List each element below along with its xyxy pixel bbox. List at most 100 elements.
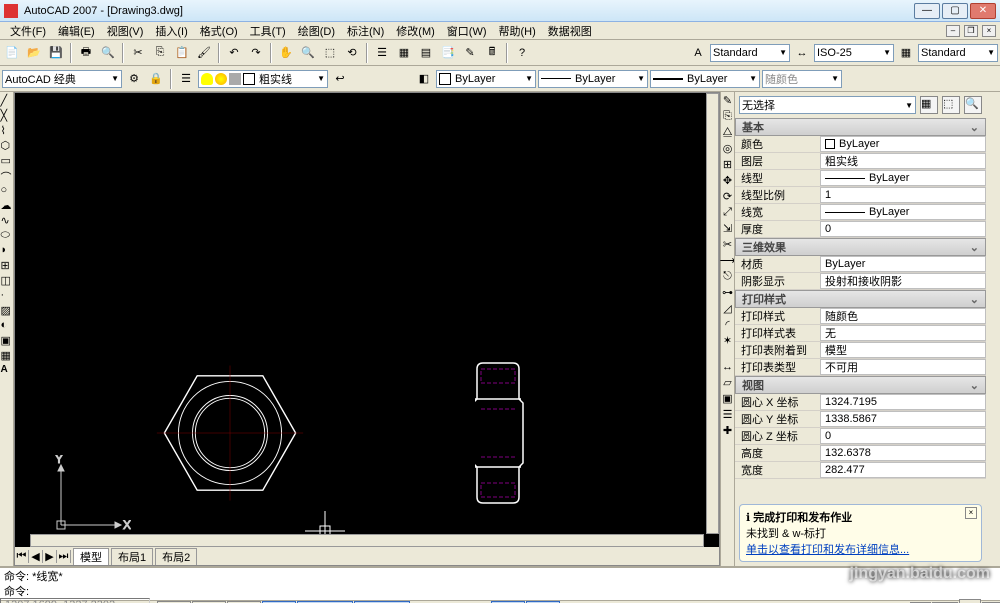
- layer-prev-button[interactable]: ↩: [330, 69, 350, 89]
- tablestyle-icon[interactable]: ▦: [896, 43, 916, 63]
- linetype-combo[interactable]: ByLayer▼: [538, 70, 648, 88]
- quickselect-button[interactable]: ▦: [920, 96, 938, 114]
- zoom-button[interactable]: 🔍: [298, 43, 318, 63]
- copy-tool[interactable]: ⎘: [723, 110, 732, 123]
- tab-first-button[interactable]: ⏮: [15, 550, 29, 563]
- ellipsearc-tool[interactable]: ◗: [1, 244, 13, 256]
- tablestyle-combo[interactable]: Standard▼: [918, 44, 998, 62]
- pickadd-button[interactable]: ⬚: [942, 96, 960, 114]
- menu-help[interactable]: 帮助(H): [493, 23, 542, 39]
- layer-manager-button[interactable]: ☰: [176, 69, 196, 89]
- line-tool[interactable]: ╱: [1, 94, 13, 106]
- prop-plotstyle-value[interactable]: 随颜色: [820, 308, 986, 324]
- mirror-tool[interactable]: ⧋: [723, 126, 733, 139]
- dimstyle-combo[interactable]: ISO-25▼: [814, 44, 894, 62]
- layer-combo[interactable]: 粗实线 ▼: [198, 70, 328, 88]
- notification-close-button[interactable]: ×: [965, 507, 977, 519]
- menu-format[interactable]: 格式(O): [194, 23, 244, 39]
- plotstyle-combo[interactable]: 随颜色▼: [762, 70, 842, 88]
- block-tool[interactable]: ◫: [1, 274, 13, 286]
- cut-button[interactable]: ✂: [128, 43, 148, 63]
- vertical-scrollbar[interactable]: [706, 93, 719, 534]
- list-tool[interactable]: ☰: [723, 408, 733, 421]
- paste-button[interactable]: 📋: [172, 43, 192, 63]
- prop-height-value[interactable]: 132.6378: [820, 445, 986, 461]
- workspace-settings-button[interactable]: ⚙: [124, 69, 144, 89]
- lineweight-combo[interactable]: ByLayer▼: [650, 70, 760, 88]
- menu-edit[interactable]: 编辑(E): [52, 23, 101, 39]
- markup-button[interactable]: ✎: [460, 43, 480, 63]
- tab-last-button[interactable]: ⏭: [57, 550, 71, 563]
- scale-tool[interactable]: ⤢: [723, 206, 732, 219]
- tab-next-button[interactable]: ▶: [43, 550, 57, 563]
- tab-layout1[interactable]: 布局1: [111, 548, 153, 565]
- plot-button[interactable]: 🖶: [76, 43, 96, 63]
- notification-link[interactable]: 单击以查看打印和发布详细信息...: [746, 544, 909, 556]
- matchprop-button[interactable]: 🖌: [194, 43, 214, 63]
- tab-prev-button[interactable]: ◀: [29, 550, 43, 563]
- textstyle-combo[interactable]: Standard▼: [710, 44, 790, 62]
- circle-tool[interactable]: ○: [1, 184, 13, 196]
- close-button[interactable]: ✕: [970, 3, 996, 19]
- rectangle-tool[interactable]: ▭: [1, 154, 13, 166]
- menu-draw[interactable]: 绘图(D): [292, 23, 341, 39]
- insert-tool[interactable]: ⊞: [1, 259, 13, 271]
- save-button[interactable]: 💾: [46, 43, 66, 63]
- break-tool[interactable]: ⎋: [723, 270, 732, 283]
- workspace-combo[interactable]: AutoCAD 经典▼: [2, 70, 122, 88]
- prop-lineweight-value[interactable]: ByLayer: [820, 204, 986, 220]
- undo-button[interactable]: ↶: [224, 43, 244, 63]
- open-button[interactable]: 📂: [24, 43, 44, 63]
- menu-window[interactable]: 窗口(W): [441, 23, 493, 39]
- sheetset-button[interactable]: 📑: [438, 43, 458, 63]
- point-tool[interactable]: ·: [1, 289, 13, 301]
- toolpalettes-button[interactable]: ▤: [416, 43, 436, 63]
- distance-tool[interactable]: ↔: [722, 361, 733, 373]
- maximize-button[interactable]: ▢: [942, 3, 968, 19]
- menu-file[interactable]: 文件(F): [4, 23, 52, 39]
- mdi-restore-button[interactable]: ❐: [964, 25, 978, 37]
- prop-thickness-value[interactable]: 0: [820, 221, 986, 237]
- id-tool[interactable]: ✚: [723, 424, 732, 437]
- area-tool[interactable]: ▱: [723, 376, 731, 389]
- offset-tool[interactable]: ◎: [723, 142, 733, 155]
- mdi-minimize-button[interactable]: –: [946, 25, 960, 37]
- tray-plot-button[interactable]: 🖶: [959, 599, 981, 603]
- group-plot-header[interactable]: 打印样式⌄: [735, 290, 986, 308]
- pline-tool[interactable]: ⌇: [1, 124, 13, 136]
- horizontal-scrollbar[interactable]: [30, 534, 704, 547]
- region-tool[interactable]: ▣: [1, 334, 13, 346]
- color-button[interactable]: ◧: [414, 69, 434, 89]
- menu-insert[interactable]: 插入(I): [149, 23, 193, 39]
- trim-tool[interactable]: ✂: [723, 238, 732, 251]
- xline-tool[interactable]: ╳: [1, 109, 13, 121]
- gradient-tool[interactable]: ◐: [1, 319, 13, 331]
- group-3d-header[interactable]: 三维效果⌄: [735, 238, 986, 256]
- designcenter-button[interactable]: ▦: [394, 43, 414, 63]
- ellipse-tool[interactable]: ⬭: [1, 229, 13, 241]
- copy-button[interactable]: ⎘: [150, 43, 170, 63]
- zoom-prev-button[interactable]: ⟲: [342, 43, 362, 63]
- selection-combo[interactable]: 无选择▼: [739, 96, 916, 114]
- mtext-tool[interactable]: A: [1, 364, 13, 376]
- prop-plottype-value[interactable]: 不可用: [820, 359, 986, 375]
- prop-plotattach-value[interactable]: 模型: [820, 342, 986, 358]
- preview-button[interactable]: 🔍: [98, 43, 118, 63]
- hatch-tool[interactable]: ▨: [1, 304, 13, 316]
- calc-button[interactable]: 🖩: [482, 43, 502, 63]
- join-tool[interactable]: ⊶: [722, 286, 733, 299]
- selectobj-button[interactable]: 🔍: [964, 96, 982, 114]
- dimstyle-icon[interactable]: ↔: [792, 43, 812, 63]
- properties-button[interactable]: ☰: [372, 43, 392, 63]
- menu-modify[interactable]: 修改(M): [390, 23, 441, 39]
- command-window[interactable]: 命令: *线宽* 命令:: [0, 566, 1000, 600]
- workspace-lock-button[interactable]: 🔒: [146, 69, 166, 89]
- polygon-tool[interactable]: ⬡: [1, 139, 13, 151]
- fillet-tool[interactable]: ◜: [725, 318, 729, 331]
- move-tool[interactable]: ✥: [723, 174, 732, 187]
- group-basic-header[interactable]: 基本⌄: [735, 118, 986, 136]
- array-tool[interactable]: ⊞: [723, 158, 732, 171]
- revcloud-tool[interactable]: ☁: [1, 199, 13, 211]
- color-combo[interactable]: ByLayer▼: [436, 70, 536, 88]
- help-button[interactable]: ?: [512, 43, 532, 63]
